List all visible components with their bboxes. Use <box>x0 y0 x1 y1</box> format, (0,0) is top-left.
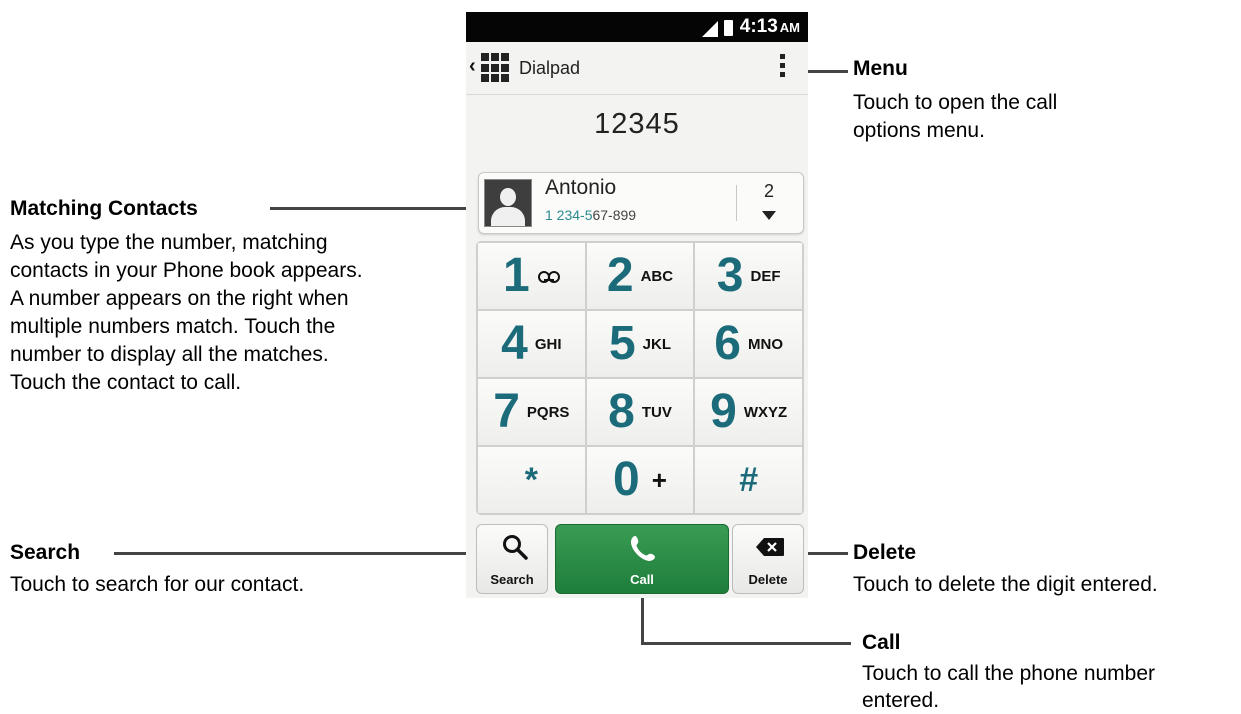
dropdown-arrow-icon[interactable] <box>762 211 776 220</box>
contact-number: 1 234-567-899 <box>545 207 636 223</box>
key-star[interactable]: * <box>478 447 585 513</box>
key-digit: 6 <box>714 317 741 370</box>
key-letters: DEF <box>750 267 781 285</box>
phone-screen: 4:13 AM ‹ Dialpad 12345 Antonio 1 234-567… <box>466 12 808 598</box>
key-letters: + <box>651 464 667 495</box>
menu-annotation-line: Touch to open the call <box>853 91 1058 114</box>
key-letters: GHI <box>534 335 562 353</box>
key-digit: 3 <box>716 249 744 302</box>
battery-icon <box>724 20 733 36</box>
delete-annotation-title: Delete <box>853 541 917 564</box>
menu-leader-line <box>808 70 848 73</box>
contact-number-rest: 67-899 <box>592 207 637 223</box>
key-digit: 0 <box>613 453 640 506</box>
key-digit: # <box>739 460 759 499</box>
key-letters: MNO <box>748 335 783 353</box>
search-annotation-line: Touch to search for our contact. <box>10 573 305 596</box>
search-button-label: Search <box>490 572 534 587</box>
key-9[interactable]: 9 WXYZ <box>695 379 802 445</box>
action-bar-title: Dialpad <box>519 58 581 78</box>
backspace-icon <box>756 538 784 556</box>
key-7[interactable]: 7 PQRS <box>478 379 585 445</box>
matching-annotation-line: multiple numbers match. Touch the <box>10 315 336 338</box>
key-0[interactable]: 0 + <box>586 447 694 513</box>
key-8[interactable]: 8 TUV <box>586 379 694 445</box>
phone-icon <box>631 536 655 561</box>
search-button[interactable]: Search <box>476 524 548 594</box>
dialpad-grid-icon[interactable] <box>481 53 511 83</box>
match-count-button[interactable]: 2 <box>749 181 789 202</box>
match-divider <box>736 185 737 221</box>
key-2[interactable]: 2 ABC <box>586 243 694 309</box>
search-icon <box>503 535 528 560</box>
key-letters: PQRS <box>526 403 570 421</box>
call-annotation-line: Touch to call the phone number <box>862 662 1156 685</box>
dialed-number: 12345 <box>594 108 680 140</box>
status-time: 4:13 AM <box>740 16 800 38</box>
key-1[interactable]: 1 <box>478 243 585 309</box>
key-digit: 8 <box>608 385 635 438</box>
key-letters: TUV <box>641 403 672 421</box>
matching-annotation-line: number to display all the matches. <box>10 343 329 366</box>
matching-annotation-line: A number appears on the right when <box>10 287 349 310</box>
key-3[interactable]: 3 DEF <box>695 243 802 309</box>
key-hash[interactable]: # <box>695 447 802 513</box>
dialpad-keys: 1 2 ABC 3 DEF 4 GHI 5 JKL 6 MNO 7 PQRS 8 <box>476 241 804 515</box>
key-digit: 9 <box>710 385 737 438</box>
signal-icon <box>702 21 718 37</box>
key-digit: 2 <box>606 249 634 302</box>
menu-annotation-line: options menu. <box>853 119 985 142</box>
search-annotation-title: Search <box>10 541 81 564</box>
call-button[interactable]: Call <box>555 524 729 594</box>
key-digit: 5 <box>608 317 636 370</box>
action-bar: ‹ Dialpad <box>466 42 808 95</box>
contact-avatar-icon <box>484 179 532 227</box>
key-4[interactable]: 4 GHI <box>478 311 585 377</box>
voicemail-icon <box>537 271 560 283</box>
menu-annotation-title: Menu <box>853 57 908 80</box>
search-leader-line <box>114 552 476 555</box>
matching-annotation-title: Matching Contacts <box>10 197 198 220</box>
delete-button[interactable]: Delete <box>732 524 804 594</box>
matching-annotation-line: contacts in your Phone book appears. <box>10 259 363 282</box>
key-digit: 4 <box>501 317 528 370</box>
call-annotation-title: Call <box>862 631 901 654</box>
call-annotation-line: entered. <box>862 689 940 712</box>
contact-number-highlight: 1 234-5 <box>545 207 593 223</box>
call-leader-horizontal <box>641 642 851 645</box>
key-digit: 7 <box>493 385 520 438</box>
status-bar: 4:13 AM <box>466 12 808 42</box>
call-button-label: Call <box>630 572 654 587</box>
key-letters: ABC <box>640 267 674 285</box>
matching-leader-line <box>270 207 476 210</box>
delete-annotation-line: Touch to delete the digit entered. <box>853 573 1158 596</box>
status-ampm: AM <box>779 20 800 35</box>
key-letters: JKL <box>642 335 672 353</box>
bottom-action-bar: Search Call Delete <box>466 522 808 598</box>
key-6[interactable]: 6 MNO <box>695 311 802 377</box>
key-5[interactable]: 5 JKL <box>586 311 694 377</box>
contact-name: Antonio <box>545 176 617 199</box>
delete-button-label: Delete <box>748 572 788 587</box>
matching-annotation-line: As you type the number, matching <box>10 231 328 254</box>
key-letters: WXYZ <box>743 403 788 421</box>
matching-annotation-line: Touch the contact to call. <box>10 371 242 394</box>
menu-icon[interactable] <box>777 54 787 84</box>
status-time-value: 4:13 <box>739 16 778 37</box>
key-digit: 1 <box>502 249 530 302</box>
key-digit: * <box>524 460 538 499</box>
matching-contact[interactable]: Antonio 1 234-567-899 2 <box>478 172 804 234</box>
back-chevron-icon[interactable]: ‹ <box>469 55 476 78</box>
